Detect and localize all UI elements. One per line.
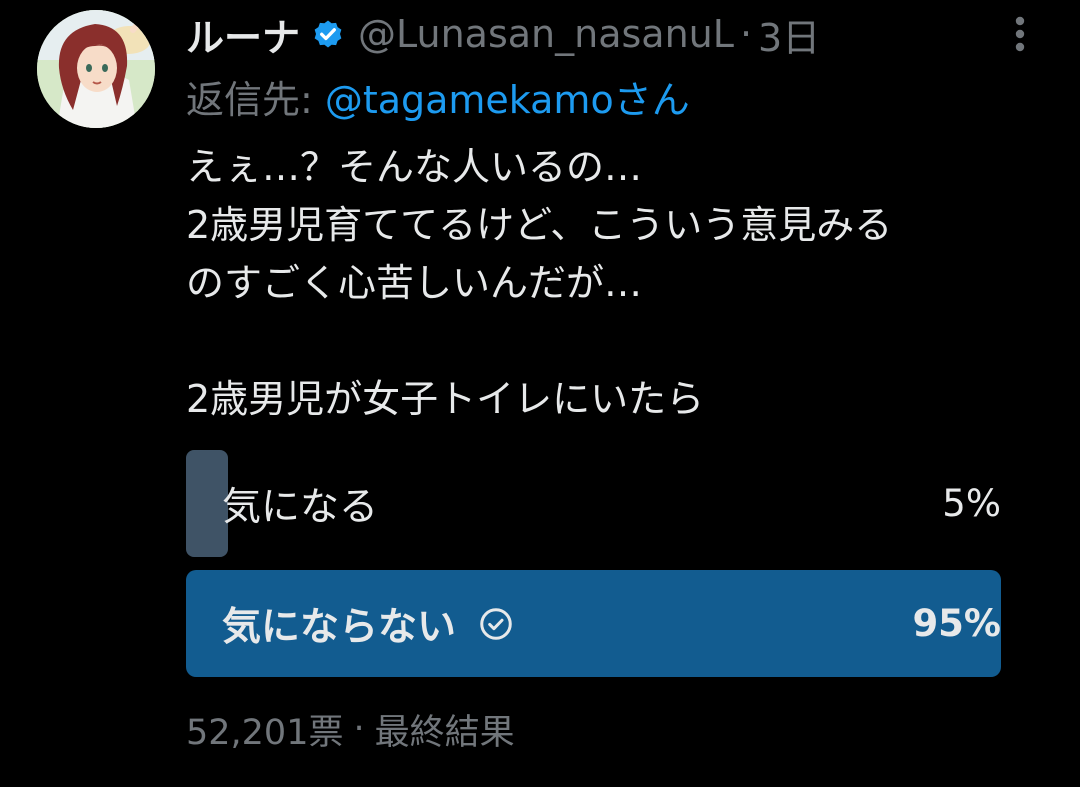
more-vertical-icon[interactable] bbox=[1000, 12, 1040, 56]
header-separator: · bbox=[739, 12, 753, 56]
tweet-text-line: のすごく心苦しいんだが… bbox=[186, 261, 643, 305]
reply-target-link[interactable]: @tagamekamoさん bbox=[325, 69, 690, 124]
tweet-text-line: 2歳男児育ててるけど、こういう意見みる bbox=[186, 203, 893, 247]
avatar[interactable] bbox=[37, 10, 155, 128]
check-circle-icon bbox=[478, 606, 514, 642]
user-handle[interactable]: @Lunasan_nasanuL bbox=[358, 12, 734, 56]
tweet-text-line: えぇ…？そんな人いるの… bbox=[186, 145, 643, 189]
display-name[interactable]: ルーナ bbox=[186, 7, 300, 62]
tweet-text: えぇ…？そんな人いるの… 2歳男児育ててるけど、こういう意見みる のすごく心苦し… bbox=[186, 138, 1046, 428]
verified-badge-icon bbox=[310, 16, 346, 52]
poll-status: 最終結果 bbox=[374, 712, 515, 753]
poll-option-label: 気になる bbox=[222, 484, 379, 530]
poll-footer: 52,201票 · 最終結果 bbox=[186, 704, 515, 754]
tweet-header: ルーナ @Lunasan_nasanuL · 3日 bbox=[186, 6, 820, 62]
reply-context: 返信先: @tagamekamoさん bbox=[186, 68, 690, 124]
tweet-time[interactable]: 3日 bbox=[758, 7, 820, 62]
avatar-image bbox=[37, 10, 155, 128]
poll-option-label: 気にならない bbox=[222, 604, 457, 650]
poll-vote-count: 52,201票 bbox=[186, 712, 344, 753]
poll-footer-separator: · bbox=[353, 709, 365, 749]
poll-option-2: 気にならない 95% bbox=[186, 570, 1001, 677]
poll-option-label-wrap: 気にならない bbox=[222, 570, 514, 677]
poll-option-percent: 5% bbox=[942, 482, 1001, 525]
tweet-text-line bbox=[186, 312, 1046, 370]
poll-option-1: 気になる 5% bbox=[186, 450, 1001, 557]
reply-label: 返信先: bbox=[186, 77, 313, 122]
tweet-text-line: 2歳男児が女子トイレにいたら bbox=[186, 377, 705, 421]
poll-option-percent: 95% bbox=[912, 602, 1001, 645]
